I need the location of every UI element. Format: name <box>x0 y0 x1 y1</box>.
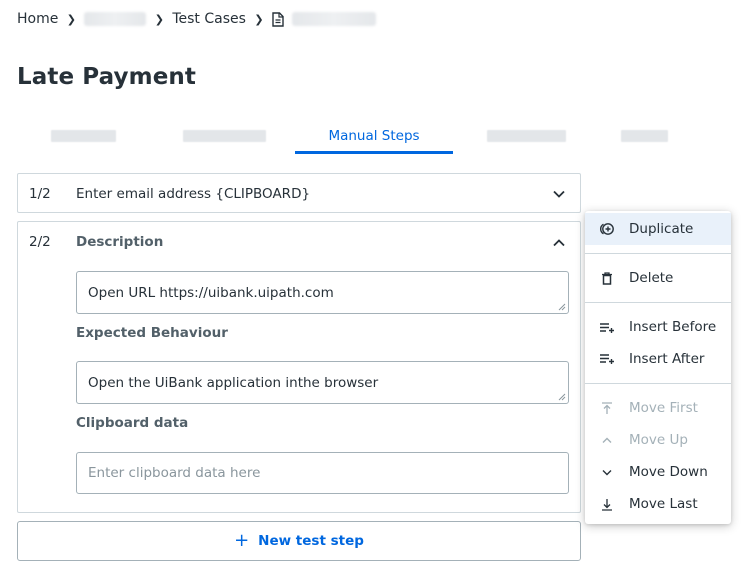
menu-item-label: Move Down <box>629 464 708 480</box>
description-field[interactable]: Open URL https://uibank.uipath.com <box>76 271 569 314</box>
step-number: 2/2 <box>29 234 51 250</box>
move-first-icon <box>585 401 629 415</box>
expected-behaviour-label: Expected Behaviour <box>76 325 228 341</box>
description-value: Open URL https://uibank.uipath.com <box>88 284 334 301</box>
test-step-expanded: 2/2 Description Open URL https://uibank.… <box>17 221 581 513</box>
expected-behaviour-field[interactable]: Open the UiBank application inthe browse… <box>76 361 569 404</box>
menu-item-label: Insert Before <box>629 319 717 335</box>
expected-behaviour-value: Open the UiBank application inthe browse… <box>88 374 379 391</box>
chevron-right-icon: ❯ <box>254 12 264 26</box>
step-summary: Enter email address {CLIPBOARD} <box>76 186 311 202</box>
menu-item-move-down[interactable]: Move Down <box>585 456 731 488</box>
plus-icon: + <box>234 530 250 551</box>
tab-redacted-4[interactable] <box>467 118 585 154</box>
menu-item-label: Move Up <box>629 432 688 448</box>
clipboard-data-input[interactable]: Enter clipboard data here <box>76 452 569 494</box>
menu-item-delete[interactable]: Delete <box>585 262 731 294</box>
test-step-collapsed[interactable]: 1/2 Enter email address {CLIPBOARD} <box>17 173 581 213</box>
menu-item-label: Duplicate <box>629 221 694 237</box>
menu-item-move-up[interactable]: Move Up <box>585 424 731 456</box>
chevron-right-icon: ❯ <box>66 12 76 26</box>
menu-item-duplicate[interactable]: Duplicate <box>585 213 731 245</box>
tab-redacted-label <box>50 130 116 142</box>
step-number: 1/2 <box>29 186 51 202</box>
tab-redacted-label <box>486 130 566 142</box>
breadcrumb-test-case-redacted[interactable] <box>291 12 376 26</box>
new-test-step-button[interactable]: + New test step <box>17 521 581 561</box>
tab-redacted-1[interactable] <box>17 118 149 154</box>
menu-divider <box>585 383 731 384</box>
menu-divider <box>585 253 731 254</box>
page-title: Late Payment <box>17 64 196 90</box>
chevron-right-icon: ❯ <box>154 12 164 26</box>
insert-before-icon <box>585 321 629 333</box>
menu-item-label: Move Last <box>629 496 698 512</box>
chevron-up-icon[interactable] <box>552 236 566 250</box>
breadcrumb-project-redacted[interactable] <box>84 12 147 26</box>
clipboard-data-placeholder: Enter clipboard data here <box>88 465 261 481</box>
tab-label: Manual Steps <box>328 128 420 144</box>
menu-divider <box>585 302 731 303</box>
menu-item-move-first[interactable]: Move First <box>585 392 731 424</box>
breadcrumb-test-cases[interactable]: Test Cases <box>172 11 246 27</box>
tab-redacted-2[interactable] <box>169 118 279 154</box>
chevron-down-icon <box>585 469 629 476</box>
resize-handle-icon[interactable] <box>558 303 566 311</box>
trash-icon <box>585 271 629 285</box>
menu-item-insert-before[interactable]: Insert Before <box>585 311 731 343</box>
menu-item-label: Delete <box>629 270 674 286</box>
tab-redacted-label <box>621 130 668 142</box>
insert-after-icon <box>585 353 629 365</box>
step-context-menu: Duplicate Delete Insert Before Insert Af… <box>585 211 731 524</box>
document-icon <box>272 11 284 27</box>
new-test-step-label: New test step <box>258 533 364 549</box>
clipboard-data-label: Clipboard data <box>76 415 189 431</box>
move-last-icon <box>585 498 629 511</box>
description-label: Description <box>76 234 164 250</box>
menu-item-label: Insert After <box>629 351 705 367</box>
menu-item-insert-after[interactable]: Insert After <box>585 343 731 375</box>
resize-handle-icon[interactable] <box>558 393 566 401</box>
chevron-up-icon <box>585 437 629 444</box>
menu-item-move-last[interactable]: Move Last <box>585 488 731 520</box>
breadcrumb: Home ❯ ❯ Test Cases ❯ <box>17 9 376 29</box>
chevron-down-icon[interactable] <box>552 187 566 201</box>
tab-manual-steps[interactable]: Manual Steps <box>295 118 453 154</box>
breadcrumb-home[interactable]: Home <box>17 11 58 27</box>
tab-redacted-5[interactable] <box>607 118 682 154</box>
tab-redacted-label <box>182 130 266 142</box>
duplicate-icon <box>585 222 629 236</box>
menu-item-label: Move First <box>629 400 698 416</box>
tab-bar: Manual Steps <box>17 118 682 154</box>
